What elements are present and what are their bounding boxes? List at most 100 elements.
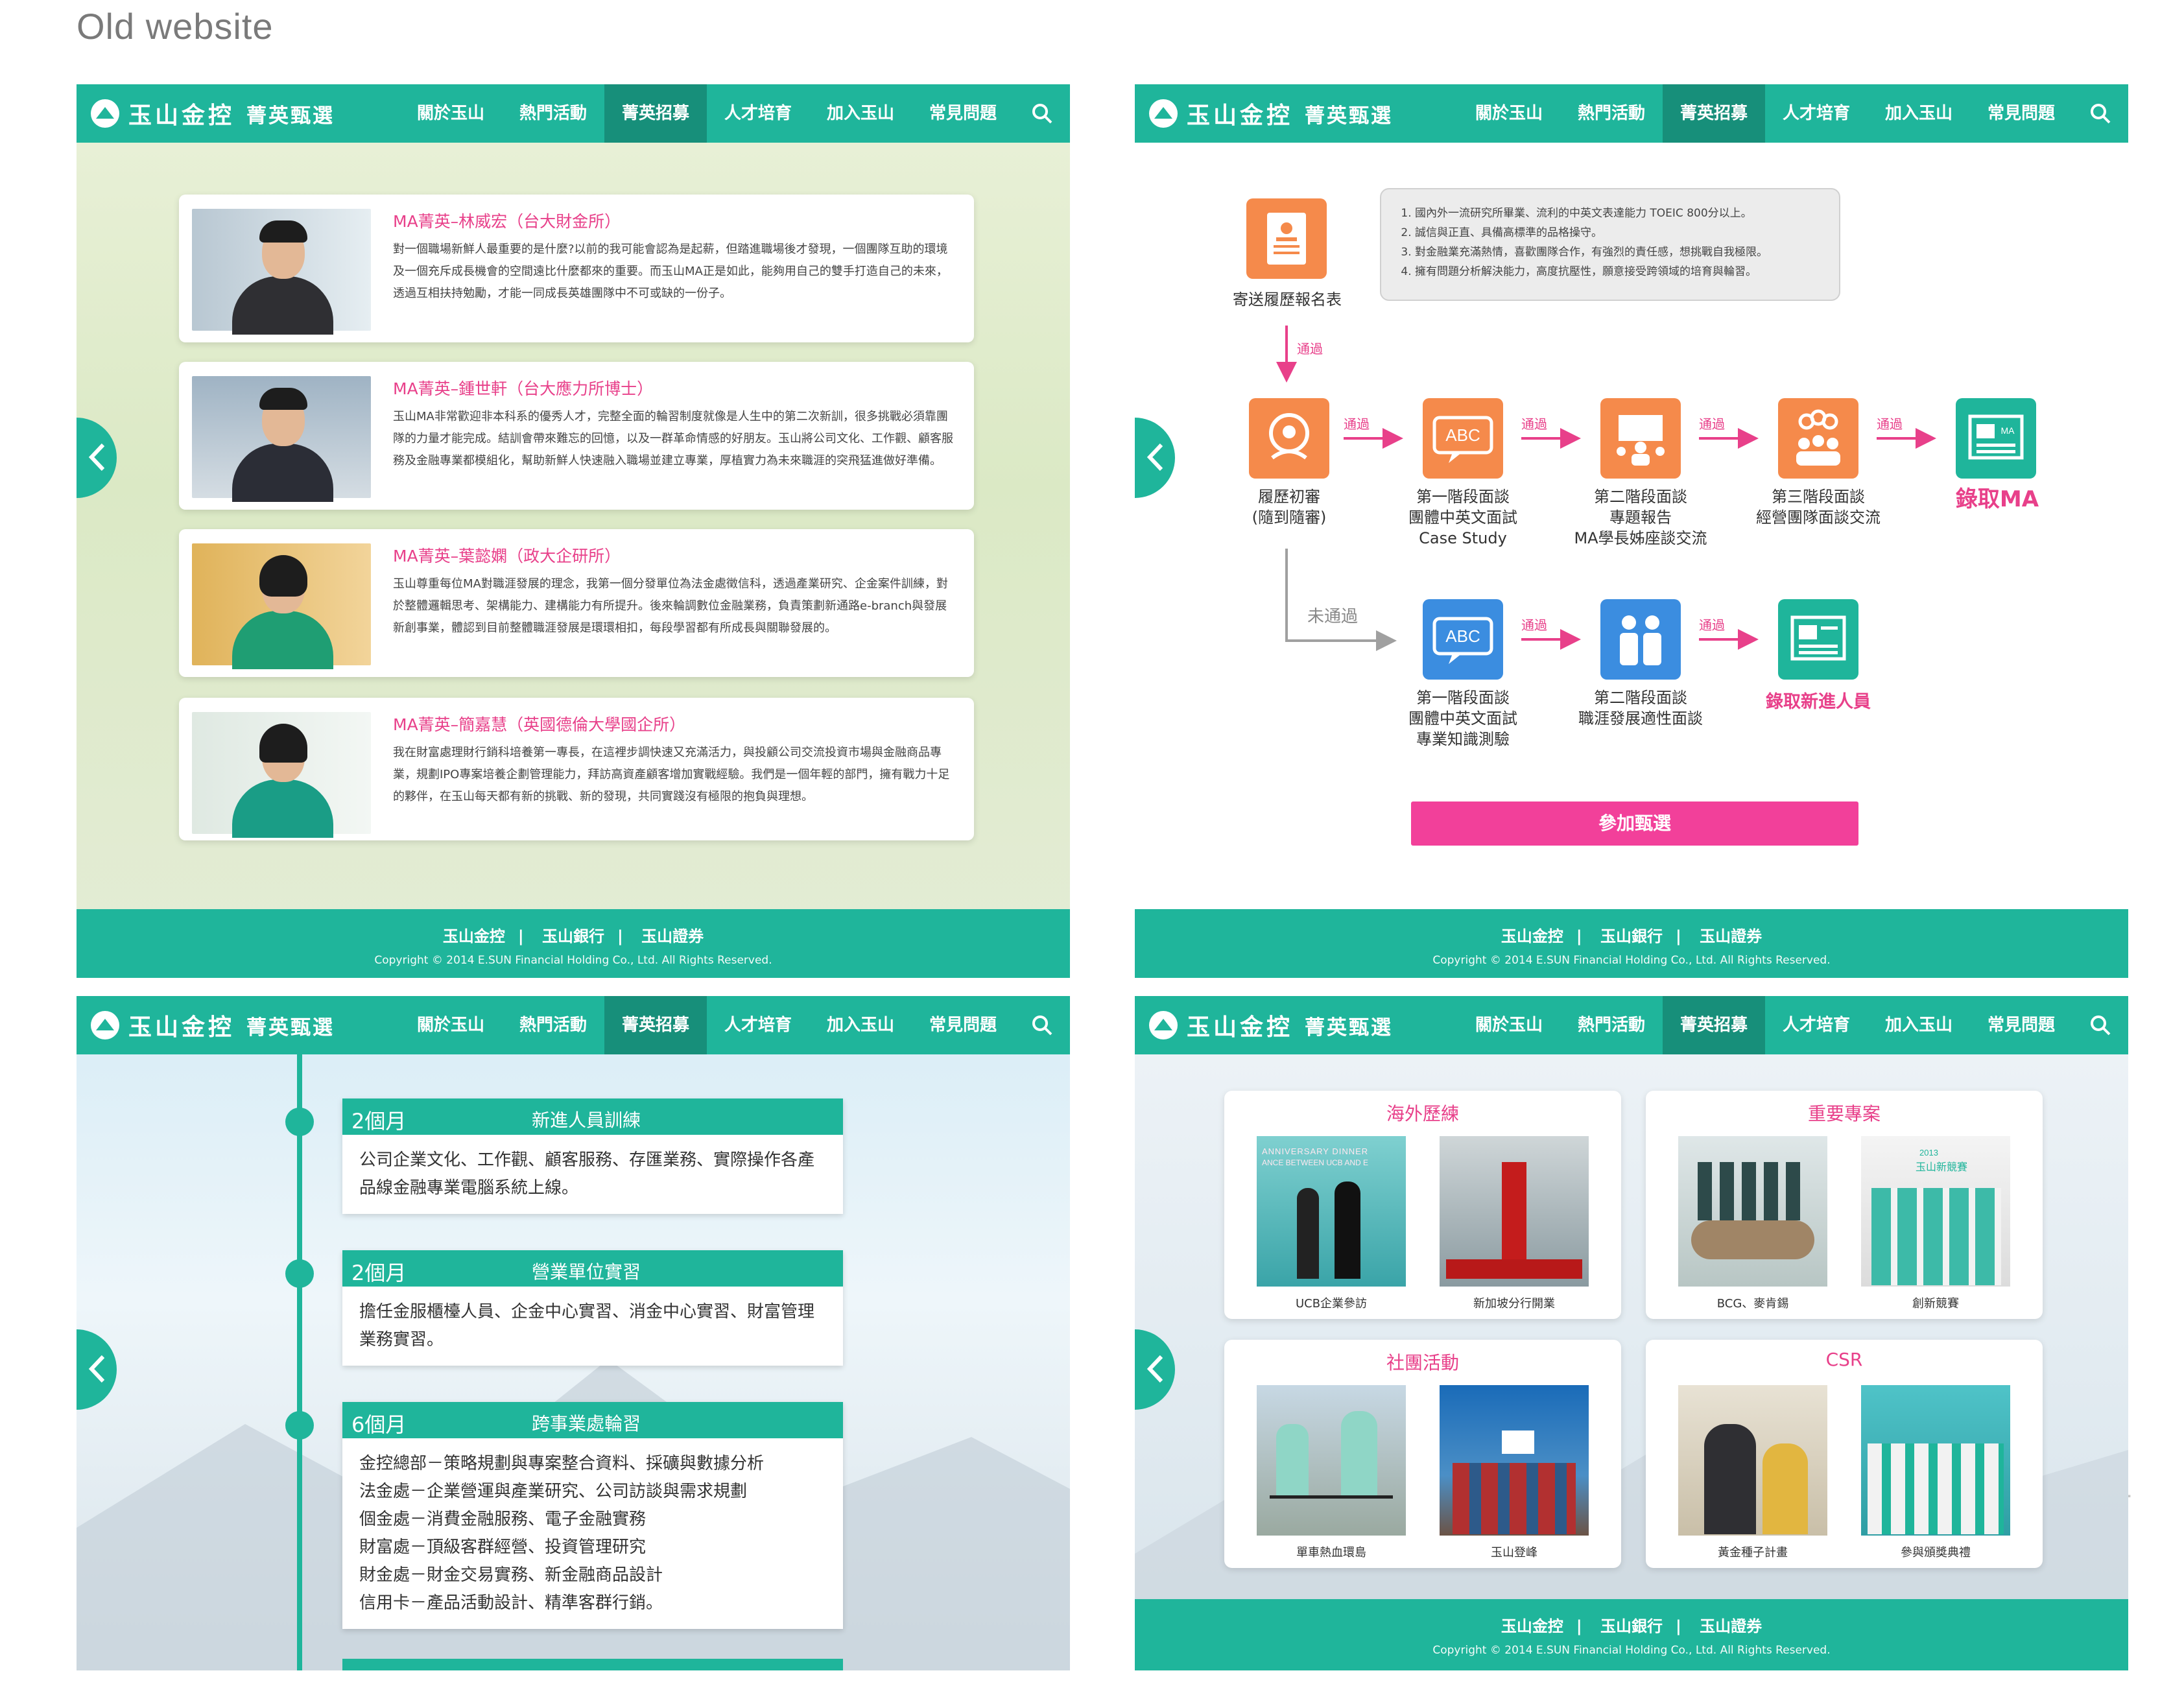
timeline-duration: 2個月 <box>351 1109 407 1134</box>
svg-text:ABC: ABC <box>1445 425 1480 445</box>
testimonial-name: MA菁英–葉懿嫻（政大企研所） <box>393 547 621 565</box>
search-icon[interactable] <box>1031 1014 1053 1036</box>
testimonial-photo <box>192 712 371 838</box>
testimonial-card: MA菁英–葉懿嫻（政大企研所） 玉山尊重每位MA對職涯發展的理念，我第一個分發單… <box>179 529 974 677</box>
gallery-photo[interactable] <box>1861 1385 2010 1536</box>
chevron-left-icon <box>88 1355 105 1383</box>
nav-join[interactable]: 加入玉山 <box>809 996 912 1054</box>
timeline-body: 擔任金服櫃檯人員、企金中心實習、消金中心實習、財富管理 業務實習。 <box>359 1302 815 1349</box>
gallery-title: 海外歷練 <box>1386 1103 1459 1124</box>
footer-link-bank[interactable]: 玉山銀行 <box>1600 927 1663 945</box>
testimonial-text: 玉山尊重每位MA對職涯發展的理念，我第一個分發單位為法金處徵信科，透過產業研究、… <box>393 577 948 635</box>
gallery-caption: UCB企業參訪 <box>1295 1297 1368 1311</box>
logo[interactable]: 玉山金控 菁英甄選 <box>91 99 335 129</box>
nav-events[interactable]: 熱門活動 <box>1560 996 1663 1054</box>
logo-subtitle: 菁英甄選 <box>246 1015 335 1039</box>
pass-label: 通過 <box>1344 416 1370 432</box>
timeline-duration: 2個月 <box>351 1261 407 1285</box>
nav-training[interactable]: 人才培育 <box>1765 996 1868 1054</box>
gallery-caption: 玉山登峰 <box>1491 1546 1537 1560</box>
timeline-card: 2個月 營業單位實習 擔任金服櫃檯人員、企金中心實習、消金中心實習、財富管理 業務實… <box>342 1250 843 1366</box>
svg-text:ABC: ABC <box>1445 626 1480 646</box>
screenshot-process: 玉山金控 菁英甄選 關於玉山 熱門活動 菁英招募 人才培育 加入玉山 常見問題 … <box>1135 84 2128 978</box>
footer-link-bank[interactable]: 玉山銀行 <box>542 927 604 945</box>
gallery-photo[interactable] <box>1440 1136 1589 1287</box>
logo-subtitle: 菁英甄選 <box>246 104 335 128</box>
timeline-title: 跨事業處輪習 <box>532 1413 641 1434</box>
footer-link-holding[interactable]: 玉山金控 <box>1501 1617 1563 1635</box>
nav-about[interactable]: 關於玉山 <box>399 996 502 1054</box>
top-nav: 玉山金控 菁英甄選 關於玉山 熱門活動 菁英招募 人才培育 加入玉山 常見問題 <box>77 996 1070 1054</box>
timeline-card: 6個月 跨事業處輪習 金控總部－策略規劃與專案整合資料、採礦與數據分析 法金處－企業… <box>342 1402 843 1629</box>
logo-text: 玉山金控 <box>128 102 235 129</box>
timeline-dot <box>285 1259 314 1288</box>
footer-link-securities[interactable]: 玉山證券 <box>641 927 704 945</box>
two-people-icon <box>1600 599 1681 680</box>
screenshot-testimonials: 玉山金控 菁英甄選 關於玉山 熱門活動 菁英招募 人才培育 加入玉山 常見問題 … <box>77 84 1070 978</box>
nav-events[interactable]: 熱門活動 <box>502 84 604 143</box>
gallery-photo[interactable] <box>1257 1385 1406 1536</box>
footer-link-securities[interactable]: 玉山證券 <box>1700 1617 1762 1635</box>
logo-subtitle: 菁英甄選 <box>1305 1015 1394 1039</box>
timeline-card: 2個月 新進人員訓練 公司企業文化、工作觀、顧客服務、存匯業務、實際操作各產 品線金… <box>342 1098 843 1214</box>
footer-link-holding[interactable]: 玉山金控 <box>443 927 505 945</box>
nav-about[interactable]: 關於玉山 <box>399 84 502 143</box>
footer-copyright: Copyright © 2014 E.SUN Financial Holding… <box>1432 954 1831 967</box>
nav-faq[interactable]: 常見問題 <box>912 84 1014 143</box>
testimonial-photo <box>192 543 371 669</box>
presentation-icon <box>1600 398 1681 479</box>
step-caption: 第二階段面談 職涯發展適性面談 <box>1578 689 1703 728</box>
timeline-duration: 6個月 <box>351 1412 407 1437</box>
nav-recruit[interactable]: 菁英招募 <box>604 996 707 1054</box>
logo[interactable]: 玉山金控 菁英甄選 <box>1149 1010 1394 1041</box>
footer-link-securities[interactable]: 玉山證券 <box>1700 927 1762 945</box>
certificate-icon <box>1778 599 1858 680</box>
page-heading: Old website <box>77 6 274 47</box>
footer: 玉山金控 | 玉山銀行 | 玉山證券 Copyright © 2014 E.SUN … <box>77 909 1070 978</box>
gallery-caption: 參與頒獎典禮 <box>1901 1546 1971 1560</box>
search-icon[interactable] <box>1031 102 1053 125</box>
gallery-projects: 重要專案 2013 玉山新競賽 BCG、麥肯錫 創新競賽 <box>1646 1091 2043 1319</box>
footer-link-holding[interactable]: 玉山金控 <box>1501 927 1563 945</box>
step-caption: 第三階段面談 經營團隊面談交流 <box>1756 488 1881 527</box>
join-selection-button[interactable]: 參加甄選 <box>1411 801 1858 846</box>
prev-arrow-button[interactable] <box>77 418 117 498</box>
pass-label: 通過 <box>1297 341 1323 357</box>
gallery-photo[interactable]: ANNIVERSARY DINNER ANCE BETWEEN UCB AND … <box>1257 1136 1406 1287</box>
chevron-left-icon <box>88 443 105 471</box>
timeline-line <box>297 1054 302 1670</box>
nav-training[interactable]: 人才培育 <box>707 996 809 1054</box>
nav-recruit[interactable]: 菁英招募 <box>1663 996 1765 1054</box>
nav-faq[interactable]: 常見問題 <box>1970 996 2072 1054</box>
nav-join[interactable]: 加入玉山 <box>809 84 912 143</box>
search-icon[interactable] <box>2089 1014 2111 1036</box>
nav-training[interactable]: 人才培育 <box>707 84 809 143</box>
nav-faq[interactable]: 常見問題 <box>912 996 1014 1054</box>
timeline-dot <box>285 1108 314 1136</box>
pass-label: 通過 <box>1521 617 1547 633</box>
result-ma: 錄取MA <box>1955 486 2039 512</box>
nav-events[interactable]: 熱門活動 <box>502 996 604 1054</box>
timeline-body: 公司企業文化、工作觀、顧客服務、存匯業務、實際操作各產 品線金融專業電腦系統上線。 <box>359 1150 815 1198</box>
gallery-photo[interactable] <box>1440 1385 1589 1536</box>
nav-recruit[interactable]: 菁英招募 <box>604 84 707 143</box>
gallery-photo[interactable]: 2013 玉山新競賽 <box>1861 1136 2010 1287</box>
screenshot-timeline: 玉山金控 菁英甄選 關於玉山 熱門活動 菁英招募 人才培育 加入玉山 常見問題 … <box>77 996 1070 1670</box>
gallery-caption: 單車熱血環島 <box>1296 1546 1366 1560</box>
abc-chat-icon: ABC <box>1423 599 1503 680</box>
timeline-title: 新進人員訓練 <box>532 1110 641 1131</box>
timeline-dot <box>285 1411 314 1440</box>
footer-link-bank[interactable]: 玉山銀行 <box>1600 1617 1663 1635</box>
logo[interactable]: 玉山金控 菁英甄選 <box>91 1010 335 1041</box>
certificate-ma-icon: MA <box>1956 398 2036 479</box>
testimonial-name: MA菁英–簡嘉慧（英國德倫大學國企所） <box>393 715 686 734</box>
gallery-photo[interactable] <box>1678 1385 1827 1536</box>
pass-label: 通過 <box>1699 617 1725 633</box>
testimonial-card: MA菁英–鍾世軒（台大應力所博士） 玉山MA非常歡迎非本科系的優秀人才，完整全面… <box>179 362 974 510</box>
gallery-caption: BCG、麥肯錫 <box>1716 1297 1789 1311</box>
gallery-photo[interactable] <box>1678 1136 1827 1287</box>
nav-about[interactable]: 關於玉山 <box>1458 996 1560 1054</box>
fail-label: 未通過 <box>1307 607 1359 626</box>
nav-join[interactable]: 加入玉山 <box>1868 996 1970 1054</box>
step-caption: 履歷初審 (隨到隨審) <box>1252 488 1327 527</box>
